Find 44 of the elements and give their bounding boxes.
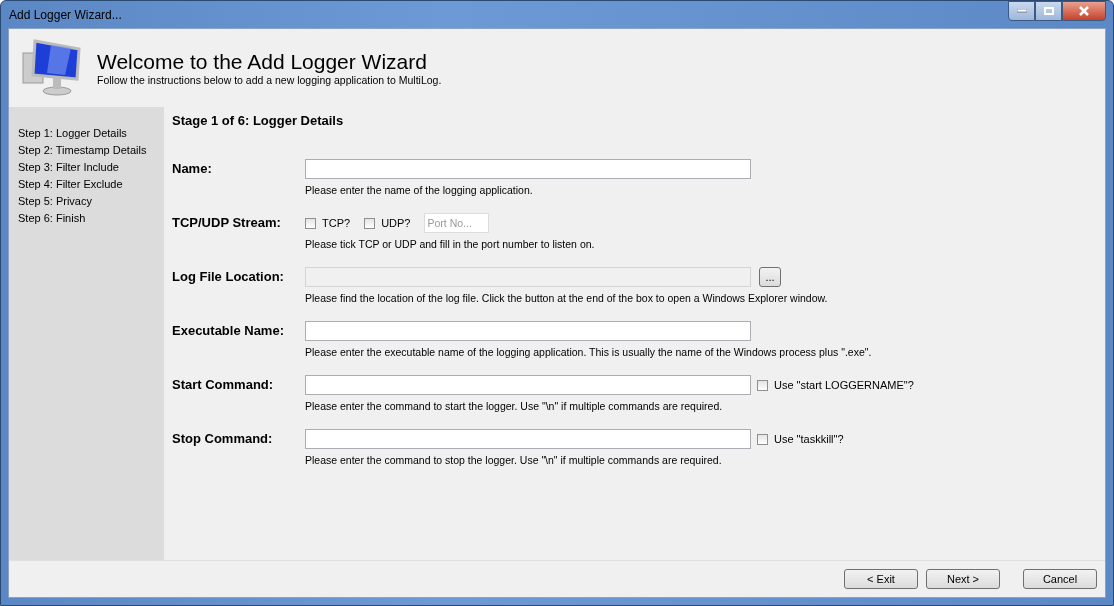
step-item: Step 6: Finish bbox=[17, 211, 87, 226]
hint-text: Please tick TCP or UDP and fill in the port number to listen on. bbox=[305, 238, 596, 250]
checkbox[interactable] bbox=[757, 379, 768, 391]
wizard-button[interactable]: < Exit bbox=[844, 569, 918, 589]
maximize-button[interactable] bbox=[1035, 1, 1062, 21]
checkbox-label: UDP? bbox=[381, 217, 411, 229]
text-field[interactable] bbox=[305, 375, 751, 395]
step-item: Step 1: Logger Details bbox=[17, 126, 128, 141]
field-label: TCP/UDP Stream: bbox=[172, 214, 282, 232]
checkbox-label: TCP? bbox=[322, 217, 351, 229]
step-item: Step 5: Privacy bbox=[17, 194, 93, 209]
wizard-button[interactable]: Cancel bbox=[1023, 569, 1097, 589]
maximize-icon bbox=[1043, 7, 1054, 15]
port-field[interactable]: Port No... bbox=[424, 213, 490, 233]
checkbox[interactable] bbox=[305, 217, 316, 229]
field-label: Start Command: bbox=[172, 376, 275, 394]
wizard-subtitle: Follow the instructions below to add a new logging application to MultiLog. bbox=[97, 74, 442, 86]
minimize-icon bbox=[1016, 9, 1027, 13]
close-icon bbox=[1078, 6, 1090, 16]
field-label: Name: bbox=[172, 160, 213, 178]
checkbox[interactable] bbox=[757, 433, 768, 445]
hint-text: Please enter the command to stop the logger. Use "\n" if multiple commands are required. bbox=[305, 454, 723, 466]
field-label: Stop Command: bbox=[172, 430, 274, 448]
field-label: Log File Location: bbox=[172, 268, 285, 286]
step-item: Step 3: Filter Include bbox=[17, 160, 120, 175]
hint-text: Please enter the name of the logging application. bbox=[305, 184, 534, 196]
checkbox[interactable] bbox=[364, 217, 376, 229]
wizard-button[interactable]: Next > bbox=[926, 569, 1000, 589]
wizard-title: Welcome to the Add Logger Wizard bbox=[97, 50, 428, 74]
text-field[interactable] bbox=[305, 321, 751, 341]
hint-text: Please enter the command to start the logger. Use "\n" if multiple commands are required. bbox=[305, 400, 724, 412]
step-item: Step 2: Timestamp Details bbox=[17, 143, 148, 158]
step-item: Step 4: Filter Exclude bbox=[17, 177, 124, 192]
checkbox-label: Use "taskkill"? bbox=[774, 433, 844, 445]
field-label: Executable Name: bbox=[172, 322, 285, 340]
text-field[interactable] bbox=[305, 429, 751, 449]
hint-text: Please enter the executable name of the logging application. This is usually the name of the Windows process plus ".exe". bbox=[305, 346, 873, 358]
checkbox-label: Use "start LOGGERNAME"? bbox=[774, 379, 914, 391]
window-title: Add Logger Wizard... bbox=[8, 7, 122, 22]
hint-text: Please find the location of the log file. Click the button at the end of the box to open a Windows Explorer window. bbox=[305, 292, 829, 304]
stage-title: Stage 1 of 6: Logger Details bbox=[172, 113, 345, 128]
minimize-button[interactable] bbox=[1008, 1, 1035, 21]
text-field[interactable] bbox=[305, 159, 751, 179]
close-button[interactable] bbox=[1062, 1, 1106, 21]
